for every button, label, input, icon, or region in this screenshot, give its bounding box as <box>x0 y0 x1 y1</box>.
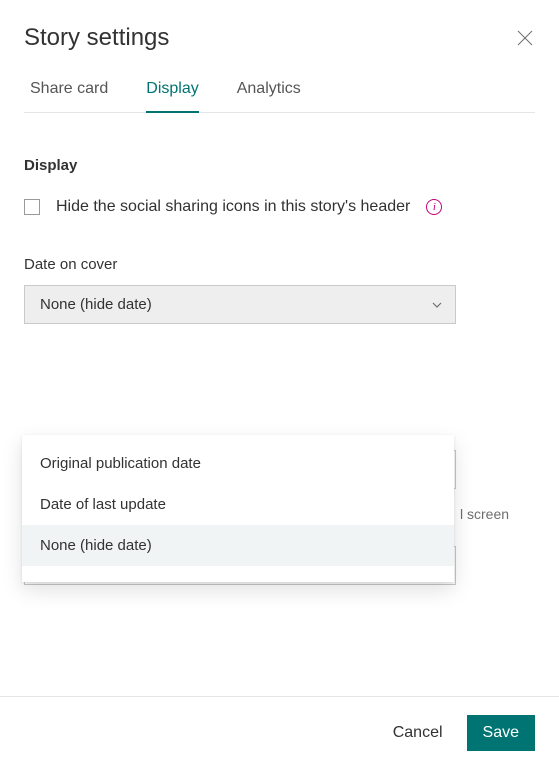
date-on-cover-value: None (hide date) <box>40 296 152 313</box>
section-heading-display: Display <box>24 157 535 174</box>
hide-social-checkbox[interactable] <box>24 199 40 215</box>
tab-bar: Share card Display Analytics <box>24 80 535 113</box>
hide-social-label: Hide the social sharing icons in this st… <box>56 198 410 216</box>
save-button[interactable]: Save <box>467 715 535 751</box>
dialog-title: Story settings <box>24 24 169 52</box>
hide-social-row: Hide the social sharing icons in this st… <box>24 198 535 216</box>
info-icon[interactable]: i <box>426 199 442 215</box>
tab-analytics[interactable]: Analytics <box>237 80 301 112</box>
close-icon[interactable] <box>515 28 535 48</box>
tab-share-card[interactable]: Share card <box>30 80 108 112</box>
obscured-text-fragment: l screen <box>460 506 509 522</box>
date-on-cover-select[interactable]: None (hide date) <box>24 285 456 324</box>
dialog-body: Display Hide the social sharing icons in… <box>0 113 559 696</box>
option-date-of-last-update[interactable]: Date of last update <box>22 484 454 525</box>
dialog-footer: Cancel Save <box>0 696 559 769</box>
date-on-cover-dropdown: Original publication date Date of last u… <box>22 435 454 582</box>
dialog-header: Story settings <box>0 0 559 52</box>
option-original-publication-date[interactable]: Original publication date <box>22 443 454 484</box>
date-on-cover-label: Date on cover <box>24 256 535 273</box>
story-settings-dialog: Story settings Share card Display Analyt… <box>0 0 559 769</box>
option-none-hide-date[interactable]: None (hide date) <box>22 525 454 566</box>
tab-display[interactable]: Display <box>146 80 198 112</box>
cancel-button[interactable]: Cancel <box>393 724 443 742</box>
chevron-down-icon <box>431 299 443 311</box>
